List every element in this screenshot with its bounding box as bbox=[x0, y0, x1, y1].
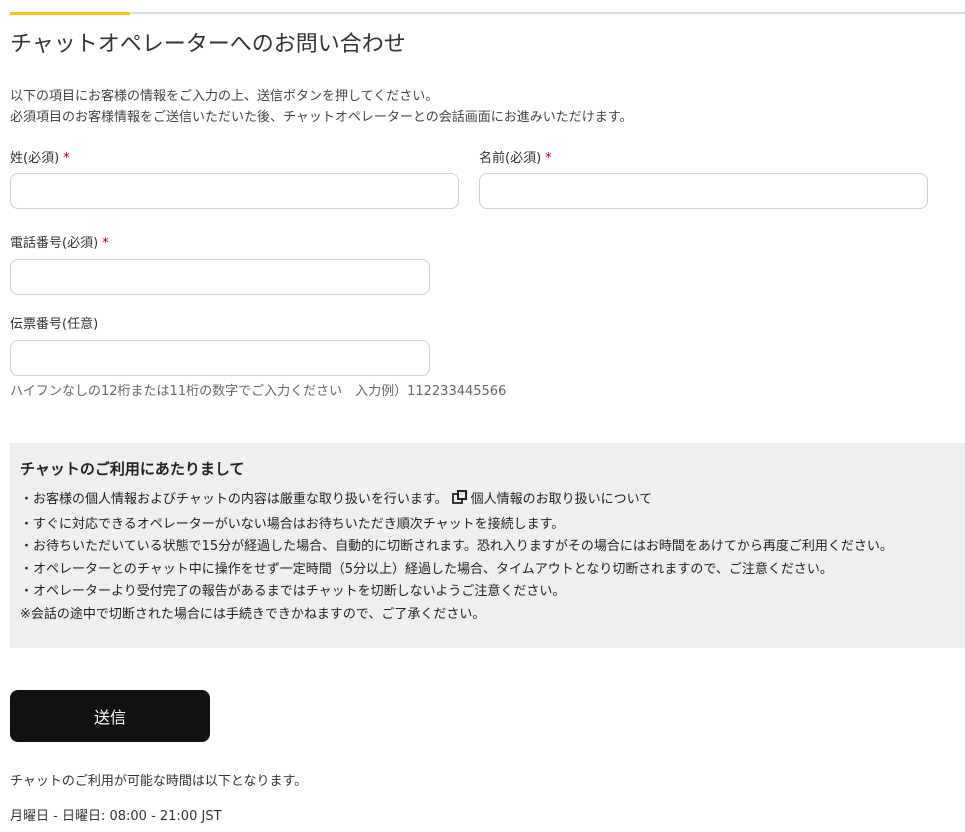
phone-label-text: 電話番号(必須) bbox=[10, 236, 99, 251]
required-mark: * bbox=[63, 151, 70, 166]
copy-icon bbox=[451, 489, 468, 514]
last-name-label: 姓(必須) * bbox=[10, 150, 70, 168]
required-mark: * bbox=[102, 236, 109, 251]
submit-button[interactable]: 送信 bbox=[10, 690, 210, 742]
notice-title: チャットのご利用にあたりまして bbox=[20, 460, 245, 478]
first-name-label-text: 名前(必須) bbox=[479, 151, 542, 166]
hours-intro: チャットのご利用が可能な時間は以下となります。 bbox=[10, 774, 308, 789]
slip-number-label: 伝票番号(任意) bbox=[10, 316, 98, 334]
last-name-label-text: 姓(必須) bbox=[10, 151, 60, 166]
hours-schedule: 月曜日 - 日曜日: 08:00 - 21:00 JST bbox=[10, 809, 222, 824]
intro-line-2: 必須項目のお客様情報をご送信いただいた後、チャットオペレーターとの会話画面にお進… bbox=[10, 110, 633, 125]
notice-line-1: ・お客様の個人情報およびチャットの内容は厳重な取り扱いを行います。 個人情報のお… bbox=[20, 489, 955, 514]
header-divider bbox=[10, 12, 965, 14]
slip-number-input[interactable] bbox=[10, 340, 430, 376]
page-title: チャットオペレーターへのお問い合わせ bbox=[10, 32, 406, 57]
privacy-policy-link[interactable]: 個人情報のお取り扱いについて bbox=[471, 492, 653, 507]
notice-line-4: ・オペレーターとのチャット中に操作をせず一定時間（5分以上）経過した場合、タイム… bbox=[20, 561, 833, 577]
last-name-input[interactable] bbox=[10, 173, 459, 209]
slip-number-hint: ハイフンなしの12桁または11桁の数字でご入力ください 入力例）11223344… bbox=[10, 384, 507, 399]
slip-number-label-text: 伝票番号(任意) bbox=[10, 317, 99, 332]
header-accent-bar bbox=[10, 12, 130, 15]
notice-line-5: ・オペレーターより受付完了の報告があるまではチャットを切断しないようご注意くださ… bbox=[20, 584, 566, 599]
notice-line-2: ・すぐに対応できるオペレーターがいない場合はお待ちいただき順次チャットを接続しま… bbox=[20, 516, 565, 532]
notice-line-1-text: ・お客様の個人情報およびチャットの内容は厳重な取り扱いを行います。 bbox=[20, 492, 448, 507]
required-mark: * bbox=[545, 151, 552, 166]
first-name-label: 名前(必須) * bbox=[479, 150, 552, 168]
notice-line-6: ※会話の途中で切断された場合には手続きできかねますので、ご了承ください。 bbox=[20, 606, 486, 622]
phone-input[interactable] bbox=[10, 259, 430, 295]
phone-label: 電話番号(必須) * bbox=[10, 235, 109, 253]
intro-text: 以下の項目にお客様の情報をご入力の上、送信ボタンを押してください。 必須項目のお… bbox=[10, 86, 632, 128]
first-name-input[interactable] bbox=[479, 173, 928, 209]
usage-notice-box: チャットのご利用にあたりまして ・お客様の個人情報およびチャットの内容は厳重な取… bbox=[10, 443, 965, 648]
notice-line-3: ・お待ちいただいている状態で15分が経過した場合、自動的に切断されます。恐れ入り… bbox=[20, 539, 893, 554]
intro-line-1: 以下の項目にお客様の情報をご入力の上、送信ボタンを押してください。 bbox=[10, 89, 439, 104]
